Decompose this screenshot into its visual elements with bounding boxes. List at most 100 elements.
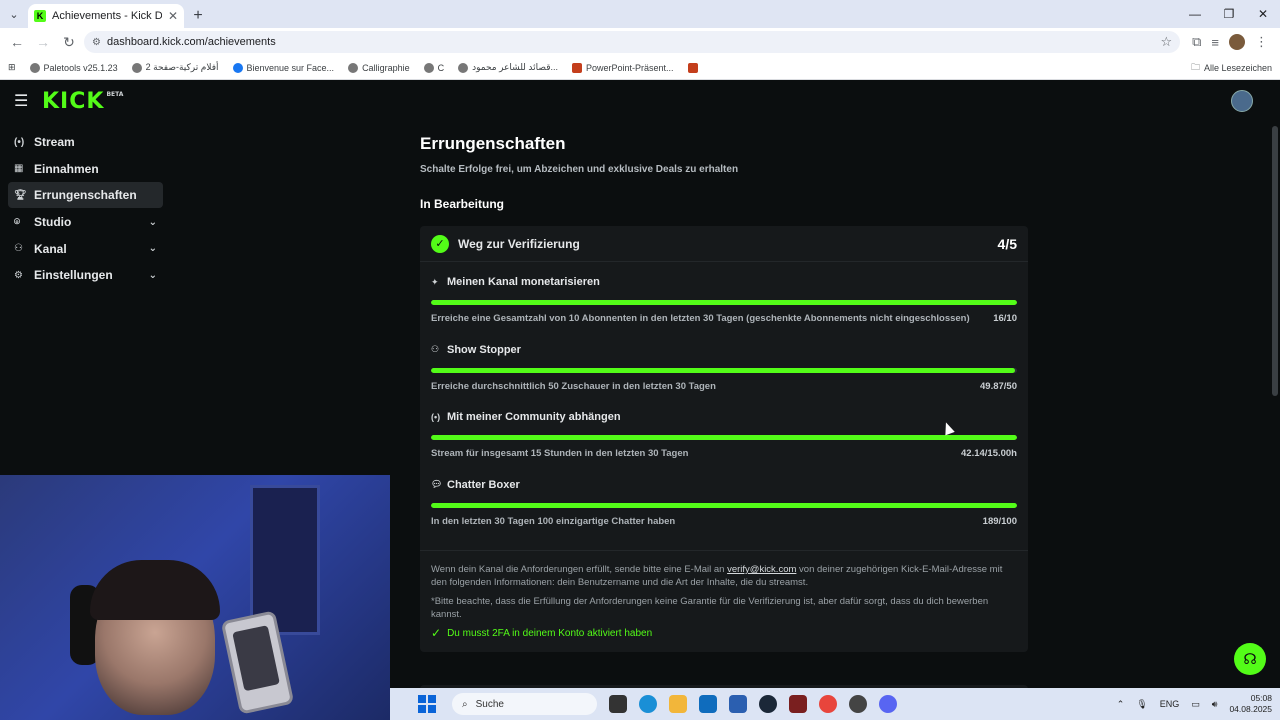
bookmark-item[interactable]: PowerPoint-Präsent... <box>572 62 674 73</box>
media-icon[interactable]: ≡ <box>1211 35 1219 50</box>
bookmark-item[interactable]: C <box>423 62 444 73</box>
bookmark-item[interactable]: Paletools v25.1.23 <box>29 62 118 73</box>
card-title: Weg zur Verifizierung <box>458 236 580 251</box>
game-app-icon[interactable] <box>789 695 807 713</box>
store-icon[interactable] <box>729 695 747 713</box>
reload-icon[interactable]: ↻ <box>58 31 80 53</box>
tab-title: Achievements - Kick Dashboard <box>52 10 162 22</box>
section-title: In Bearbeitung <box>420 197 505 211</box>
sidebar-item-studio[interactable]: ⌾ Studio ⌄ <box>8 209 163 235</box>
sidebar-item-errungenschaften[interactable]: 🏆︎ Errungenschaften <box>8 182 163 209</box>
window-controls: — ❐ ✕ <box>1178 0 1280 28</box>
apps-grid-icon[interactable]: ⊞ <box>8 62 16 73</box>
tab-search-icon[interactable]: ⌄ <box>0 0 28 28</box>
address-bar[interactable]: ⚙ dashboard.kick.com/achievements ☆ <box>84 31 1181 53</box>
task-value: 16/10 <box>993 313 1017 324</box>
new-tab-button[interactable]: + <box>184 4 212 28</box>
verify-email-link[interactable]: verify@kick.com <box>727 564 796 575</box>
task-description: Erreiche durchschnittlich 50 Zuschauer i… <box>431 380 716 392</box>
sidebar-item-stream[interactable]: (•) Stream <box>8 129 163 155</box>
progress-fill <box>431 367 1016 373</box>
microphone-icon[interactable]: 🎙︎ <box>1136 699 1147 710</box>
bookmark-item[interactable]: Calligraphie <box>348 62 410 73</box>
extensions-icon[interactable]: ⧉ <box>1192 34 1201 50</box>
task-title: Chatter Boxer <box>447 478 520 491</box>
progress-fill <box>431 502 1017 508</box>
menu-icon[interactable]: ⋮ <box>1255 34 1268 50</box>
verification-instructions: Wenn dein Kanal die Anforderungen erfüll… <box>431 564 1003 588</box>
viewers-icon: ⚇ <box>431 344 440 354</box>
card-footer: Wenn dein Kanal die Anforderungen erfüll… <box>420 550 1028 652</box>
taskbar-apps <box>609 695 897 713</box>
kick-logo[interactable]: KICK BETA <box>42 89 123 114</box>
task-item: (•) Mit meiner Community abhängen Stream … <box>431 411 1017 479</box>
file-explorer-icon[interactable] <box>669 695 687 713</box>
webcam-overlay <box>0 475 390 720</box>
task-value: 49.87/50 <box>980 380 1017 392</box>
site-info-icon[interactable]: ⚙ <box>92 37 101 48</box>
powerpoint-icon <box>572 62 583 73</box>
close-tab-icon[interactable]: ✕ <box>168 9 178 23</box>
language-indicator[interactable]: ENG <box>1160 699 1180 709</box>
sidebar: (•) Stream ▦ Einnahmen 🏆︎ Errungenschaft… <box>8 129 163 289</box>
chevron-up-icon[interactable]: ⌃ <box>1117 699 1125 710</box>
page-subtitle: Schalte Erfolge frei, um Abzeichen und e… <box>420 164 739 175</box>
profile-avatar[interactable] <box>1229 34 1245 50</box>
bookmark-star-icon[interactable]: ☆ <box>1160 34 1172 50</box>
bookmark-item[interactable]: أفلام تركية-صفحة 2 <box>131 62 219 73</box>
minimize-icon[interactable]: — <box>1178 0 1212 28</box>
maximize-icon[interactable]: ❐ <box>1212 0 1246 28</box>
steam-icon[interactable] <box>759 695 777 713</box>
progress-bar <box>431 435 1017 440</box>
volume-icon[interactable]: 🔊︎ <box>1212 699 1218 710</box>
bookmark-item[interactable]: قصائد للشاعر محمود... <box>458 62 558 73</box>
page-title: Errungenschaften <box>420 134 566 153</box>
bookmark-item[interactable]: Bienvenue sur Face... <box>232 62 334 73</box>
earnings-icon: ▦ <box>14 163 24 175</box>
sidebar-item-einstellungen[interactable]: ⚙ Einstellungen ⌄ <box>8 262 163 288</box>
scrollbar[interactable] <box>1272 126 1278 396</box>
chrome-icon[interactable] <box>819 695 837 713</box>
browser-tab-achievements[interactable]: K Achievements - Kick Dashboard ✕ <box>28 4 184 28</box>
all-bookmarks[interactable]: 🗀 Alle Lesezeichen <box>1191 60 1272 76</box>
sidebar-item-einnahmen[interactable]: ▦ Einnahmen <box>8 156 163 182</box>
globe-icon <box>131 62 142 73</box>
taskbar-search[interactable]: ⌕ Suche <box>452 693 597 715</box>
folder-icon: 🗀 <box>1190 61 1200 72</box>
chevron-down-icon: ⌄ <box>148 243 157 255</box>
url-text: dashboard.kick.com/achievements <box>106 36 276 48</box>
network-icon[interactable]: ▭ <box>1191 699 1200 710</box>
task-view-icon[interactable] <box>609 695 627 713</box>
task-title: Mit meiner Community abhängen <box>447 411 621 423</box>
forward-icon[interactable]: → <box>32 31 54 53</box>
close-window-icon[interactable]: ✕ <box>1246 0 1280 28</box>
task-value: 42.14/15.00h <box>961 448 1017 459</box>
outlook-icon[interactable] <box>699 695 717 713</box>
browser-toolbar: ← → ↻ ⚙ dashboard.kick.com/achievements … <box>0 28 1280 56</box>
search-icon: ⌕ <box>462 698 468 710</box>
help-chat-button[interactable]: ☊ <box>1234 643 1266 675</box>
globe-icon <box>458 62 469 73</box>
progress-bar <box>431 300 1017 305</box>
broadcast-icon: (•) <box>14 136 25 148</box>
bookmark-item[interactable] <box>687 62 698 73</box>
clock[interactable]: 05:08 04.08.2025 <box>1229 693 1272 715</box>
sparkle-icon: ✦ <box>431 276 439 287</box>
globe-icon <box>29 62 40 73</box>
task-description: Erreiche eine Gesamtzahl von 10 Abonnent… <box>431 313 970 324</box>
chat-bubble-icon: 💬︎ <box>431 479 443 489</box>
back-icon[interactable]: ← <box>6 31 28 53</box>
hamburger-menu-icon[interactable]: ☰ <box>14 91 34 111</box>
windows-start-icon[interactable] <box>418 695 436 713</box>
webcam-hair <box>90 560 220 620</box>
task-item: ⚇ Show Stopper Erreiche durchschnittlich … <box>431 344 1017 412</box>
discord-icon[interactable] <box>879 695 897 713</box>
user-avatar[interactable] <box>1231 90 1253 112</box>
app-header: ☰ KICK BETA <box>0 80 1280 122</box>
edge-icon[interactable] <box>639 695 657 713</box>
facebook-icon <box>232 62 243 73</box>
sidebar-item-kanal[interactable]: ⚇ Kanal ⌄ <box>8 236 163 262</box>
obs-icon[interactable] <box>849 695 867 713</box>
twofa-requirement: ✓ Du musst 2FA in deinem Konto aktiviert… <box>431 626 653 640</box>
card-header[interactable]: ✓ Weg zur Verifizierung 4/5 <box>420 226 1028 262</box>
